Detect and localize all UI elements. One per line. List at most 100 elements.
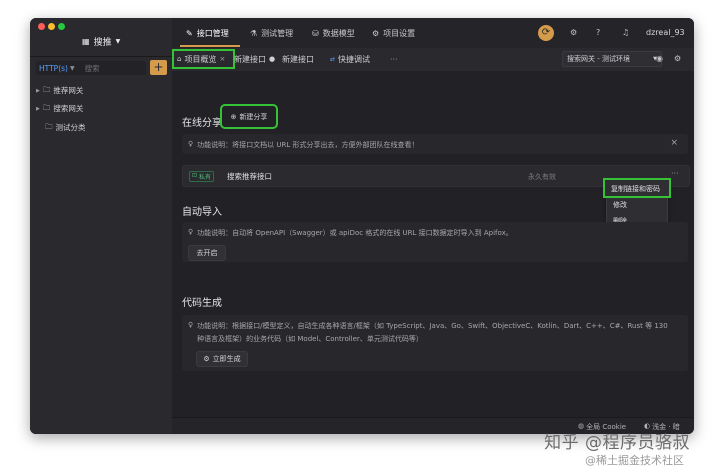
active-tab-indicator bbox=[180, 45, 240, 47]
generate-now-button[interactable]: ⚙ 立即生成 bbox=[196, 351, 248, 367]
share-row-expiry: 永久有效 bbox=[528, 173, 556, 181]
environment-settings-icon[interactable]: ⚙ bbox=[674, 54, 681, 63]
lightbulb-icon: ♀ bbox=[188, 321, 194, 329]
codegen-note: ♀ 功能说明：根据接口/模型定义，自动生成各种语言/框架（如 TypeScrip… bbox=[188, 321, 668, 344]
gear-icon: ⚙ bbox=[372, 28, 380, 38]
menu-item-edit[interactable]: 修改 bbox=[613, 200, 627, 210]
caret-right-icon[interactable]: ▶ bbox=[36, 88, 40, 94]
tab-label: 新建接口 bbox=[282, 54, 314, 64]
bell-icon[interactable]: ♫ bbox=[622, 28, 629, 37]
tree-item[interactable]: 🗀 测试分类 bbox=[45, 121, 86, 134]
close-icon[interactable]: × bbox=[670, 138, 678, 148]
environment-select[interactable]: 搜索网关 - 测试环境 ▼ bbox=[562, 51, 662, 67]
import-note-text: 功能说明：自动将 OpenAPI（Swagger）或 apiDoc 格式的在线 … bbox=[197, 229, 513, 237]
close-window-icon[interactable] bbox=[38, 23, 45, 30]
topnav-api-management[interactable]: ✎ 接口管理 bbox=[186, 26, 229, 40]
import-note: ♀ 功能说明：自动将 OpenAPI（Swagger）或 apiDoc 格式的在… bbox=[188, 228, 513, 238]
eye-icon[interactable]: ◉ bbox=[656, 54, 663, 63]
menu-item-label: 复制链接和密码 bbox=[611, 185, 660, 193]
grid-icon: ▦ bbox=[82, 37, 90, 46]
topnav-project-settings[interactable]: ⚙ 项目设置 bbox=[372, 26, 415, 40]
menu-item-copy-link[interactable]: 复制链接和密码 bbox=[603, 178, 671, 198]
share-row-name: 搜索推荐接口 bbox=[227, 172, 272, 181]
close-icon[interactable]: × bbox=[219, 55, 225, 63]
add-button[interactable]: + bbox=[150, 60, 167, 75]
pencil-icon: ✎ bbox=[186, 28, 193, 38]
tree-item-label: 推荐网关 bbox=[53, 86, 84, 95]
topnav-label: 接口管理 bbox=[196, 28, 229, 38]
share-note-text: 功能说明：将接口文档以 URL 形式分享出去，方便外部团队在线查看！ bbox=[197, 141, 419, 149]
method-filter-select[interactable]: HTTP(s) bbox=[39, 64, 68, 73]
lightbulb-icon: ♀ bbox=[188, 140, 194, 148]
topnav-label: 测试管理 bbox=[261, 28, 294, 38]
tree-item-label: 测试分类 bbox=[55, 123, 86, 132]
private-badge: ⊡ 私有 bbox=[189, 171, 215, 182]
flask-icon: ⚗ bbox=[250, 28, 258, 38]
folder-icon: 🗀 bbox=[42, 85, 51, 94]
share-row-more-button[interactable]: ··· bbox=[671, 169, 679, 178]
tree-item[interactable]: ▶ 🗀 推荐网关 bbox=[36, 84, 83, 97]
tree-item-label: 搜索网关 bbox=[53, 104, 84, 113]
new-share-label: 新建分享 bbox=[239, 112, 268, 121]
generate-label: 立即生成 bbox=[212, 355, 241, 363]
app-window: ▦ 搜推 ▼ HTTP(s) ▼ 搜索 + ▶ 🗀 推荐网关 ▶ 🗀 搜索网关 … bbox=[30, 18, 694, 434]
tab-project-overview[interactable]: ⌂ 项目概览 × bbox=[172, 49, 235, 69]
environment-label: 搜索网关 - 测试环境 bbox=[567, 55, 630, 63]
lightbulb-icon: ♀ bbox=[188, 228, 194, 236]
sidebar-search-input[interactable]: 搜索 bbox=[85, 63, 100, 74]
codegen-note-line: 功能说明：根据接口/模型定义，自动生成各种语言/框架（如 TypeScript、… bbox=[197, 322, 668, 330]
share-section-title: 在线分享 bbox=[182, 118, 222, 129]
tab-more[interactable]: ··· bbox=[390, 51, 398, 67]
workspace-switcher[interactable]: ▦ 搜推 ▼ bbox=[82, 35, 120, 48]
gear-icon: ⚙ bbox=[203, 355, 210, 363]
share-note-card: ♀ 功能说明：将接口文档以 URL 形式分享出去，方便外部团队在线查看！ × bbox=[182, 134, 688, 154]
chevron-down-icon: ▼ bbox=[115, 38, 121, 45]
import-section-title: 自动导入 bbox=[182, 207, 222, 218]
username[interactable]: dzreal_93 bbox=[646, 28, 685, 37]
database-icon: ⛁ bbox=[312, 28, 319, 38]
workspace-label: 搜推 bbox=[93, 38, 112, 48]
window-controls bbox=[38, 23, 68, 32]
top-nav: ✎ 接口管理 ⚗ 测试管理 ⛁ 数据模型 ⚙ 项目设置 ⟳ ⚙ ? ♫ dzre… bbox=[172, 18, 694, 49]
minimize-window-icon[interactable] bbox=[48, 23, 55, 30]
share-note: ♀ 功能说明：将接口文档以 URL 形式分享出去，方便外部团队在线查看！ bbox=[188, 140, 418, 150]
codegen-note-line: 种语言及框架）的业务代码（如 Model、Controller、单元测试代码等） bbox=[197, 335, 423, 343]
tab-new-api-2[interactable]: 新建接口 bbox=[282, 51, 314, 67]
tab-label: 项目概览 bbox=[184, 54, 217, 64]
tab-label: 快捷调试 bbox=[338, 54, 371, 64]
tab-bar: ⌂ 项目概览 × 新建接口 ● 新建接口 ⇄ 快捷调试 ··· 搜索网关 - 测… bbox=[172, 48, 694, 72]
watermark-zhihu: 知乎 @程序员骆叔 bbox=[544, 433, 690, 453]
codegen-section-title: 代码生成 bbox=[182, 298, 222, 309]
settings-icon[interactable]: ⚙ bbox=[570, 28, 577, 37]
help-icon[interactable]: ? bbox=[596, 28, 600, 37]
watermark-juejin: @稀土掘金技术社区 bbox=[585, 454, 684, 467]
maximize-window-icon[interactable] bbox=[58, 23, 65, 30]
folder-icon: 🗀 bbox=[42, 103, 51, 112]
import-card: ♀ 功能说明：自动将 OpenAPI（Swagger）或 apiDoc 格式的在… bbox=[182, 222, 688, 262]
chevron-down-icon[interactable]: ▼ bbox=[70, 65, 75, 72]
codegen-note-text: 功能说明：根据接口/模型定义，自动生成各种语言/框架（如 TypeScript、… bbox=[197, 321, 668, 344]
home-icon: ⌂ bbox=[177, 55, 182, 63]
sync-icon[interactable]: ⟳ bbox=[538, 25, 554, 41]
codegen-card: ♀ 功能说明：根据接口/模型定义，自动生成各种语言/框架（如 TypeScrip… bbox=[182, 315, 688, 371]
caret-right-icon[interactable]: ▶ bbox=[36, 106, 40, 112]
enable-import-button[interactable]: 去开启 bbox=[188, 245, 226, 261]
unsaved-dot-icon: ● bbox=[269, 55, 276, 63]
topnav-test-management[interactable]: ⚗ 测试管理 bbox=[250, 26, 293, 40]
sidebar-search-bar: HTTP(s) ▼ 搜索 bbox=[36, 61, 146, 75]
http-icon: ⇄ bbox=[330, 55, 336, 63]
lock-icon: ⊡ bbox=[192, 172, 198, 179]
topnav-label: 项目设置 bbox=[383, 28, 416, 38]
sidebar: ▦ 搜推 ▼ HTTP(s) ▼ 搜索 + ▶ 🗀 推荐网关 ▶ 🗀 搜索网关 … bbox=[30, 18, 173, 434]
folder-icon: 🗀 bbox=[45, 122, 53, 131]
topnav-label: 数据模型 bbox=[322, 28, 355, 38]
new-share-button[interactable]: ⊕ 新建分享 bbox=[220, 104, 278, 129]
tab-label: 新建接口 bbox=[234, 54, 266, 64]
project-overview-panel: 在线分享 ⊕ 新建分享 ♀ 功能说明：将接口文档以 URL 形式分享出去，方便外… bbox=[172, 71, 694, 418]
tree-item[interactable]: ▶ 🗀 搜索网关 bbox=[36, 102, 83, 115]
plus-circle-icon: ⊕ bbox=[230, 112, 237, 121]
tab-quick-debug[interactable]: ⇄ 快捷调试 bbox=[330, 51, 370, 67]
tab-new-api-1[interactable]: 新建接口 ● bbox=[234, 51, 275, 67]
topnav-data-model[interactable]: ⛁ 数据模型 bbox=[312, 26, 355, 40]
badge-label: 私有 bbox=[199, 174, 212, 181]
